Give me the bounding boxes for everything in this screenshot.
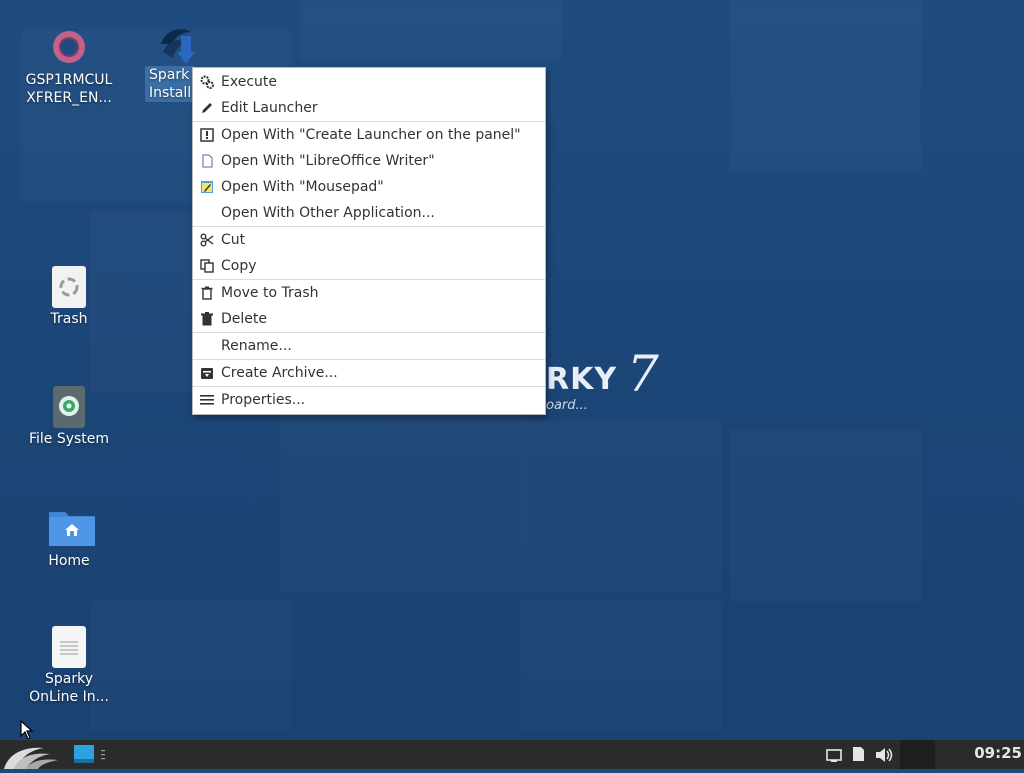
menu-item-label: Copy xyxy=(221,258,257,274)
desktop-icon-home[interactable]: Home xyxy=(21,508,117,570)
copy-icon xyxy=(200,259,214,273)
mousepad-icon xyxy=(200,180,214,194)
trash-outline-icon xyxy=(200,286,214,300)
clipboard-icon[interactable] xyxy=(851,746,865,766)
menu-item-label: Cut xyxy=(221,232,246,248)
desktop-icon-trash[interactable]: Trash xyxy=(21,266,117,328)
taskbar: 09:25 xyxy=(0,739,1024,769)
wallpaper-tile xyxy=(520,420,722,592)
drive-icon xyxy=(49,386,89,428)
menu-item-cut[interactable]: Cut xyxy=(193,227,545,253)
panel-handle-icon xyxy=(100,748,106,762)
menu-item-label: Execute xyxy=(221,74,277,90)
menu-item-move-to-trash[interactable]: Move to Trash xyxy=(193,280,545,306)
menu-item-properties[interactable]: Properties... xyxy=(193,387,545,413)
desktop-icon-label: Home xyxy=(48,553,90,569)
wallpaper-tile xyxy=(300,0,562,62)
menu-item-open-with-launcher-panel[interactable]: Open With "Create Launcher on the panel" xyxy=(193,122,545,148)
sparky-logo-icon xyxy=(4,747,58,769)
gears-icon xyxy=(200,75,214,89)
trash-filled-icon xyxy=(200,312,214,326)
display-icon[interactable] xyxy=(826,748,842,767)
mouse-pointer-icon xyxy=(20,719,34,739)
desktop-icon-label: File System xyxy=(28,431,110,447)
sparky-menu-button[interactable] xyxy=(0,740,68,769)
menu-item-edit-launcher[interactable]: Edit Launcher xyxy=(193,95,545,121)
scissors-icon xyxy=(200,233,214,247)
desktop-icon-file-system[interactable]: File System xyxy=(21,386,117,448)
clock[interactable]: 09:25 xyxy=(974,744,1022,762)
context-menu: Execute Edit Launcher Open With "Create … xyxy=(192,67,546,415)
menu-item-label: Open With Other Application... xyxy=(221,205,435,221)
wallpaper-logo-text: RKY xyxy=(546,362,618,397)
writer-document-icon xyxy=(200,154,214,168)
desktop-icon-gsp-file[interactable]: GSP1RMCUL XFRER_EN... xyxy=(21,27,117,107)
wallpaper-tile xyxy=(730,0,922,172)
trash-bin-icon xyxy=(49,266,89,308)
menu-item-execute[interactable]: Execute xyxy=(193,69,545,95)
show-desktop-button[interactable] xyxy=(73,744,95,764)
menu-item-open-with-other[interactable]: Open With Other Application... xyxy=(193,200,545,226)
menu-item-open-with-mousepad[interactable]: Open With "Mousepad" xyxy=(193,174,545,200)
desktop-icon xyxy=(74,745,94,763)
menu-item-label: Create Archive... xyxy=(221,365,338,381)
home-folder-icon xyxy=(49,508,95,548)
launcher-icon xyxy=(200,128,214,142)
desktop-icon-sparky-installer[interactable]: Spark Install xyxy=(145,22,195,102)
desktop-icon-label: Spark Install xyxy=(145,66,195,102)
desktop-icon-label: Trash xyxy=(50,311,88,327)
volume-icon[interactable] xyxy=(875,747,893,767)
menu-item-open-with-libreoffice-writer[interactable]: Open With "LibreOffice Writer" xyxy=(193,148,545,174)
menu-item-label: Move to Trash xyxy=(221,285,319,301)
menu-item-copy[interactable]: Copy xyxy=(193,253,545,279)
tray-spacer xyxy=(900,740,935,769)
menu-item-label: Open With "LibreOffice Writer" xyxy=(221,153,435,169)
menu-item-label: Open With "Create Launcher on the panel" xyxy=(221,127,521,143)
list-icon xyxy=(200,393,214,407)
wallpaper-tile xyxy=(280,400,522,592)
wallpaper-logo-number: 7 xyxy=(627,345,659,403)
menu-item-label: Edit Launcher xyxy=(221,100,318,116)
menu-item-rename[interactable]: Rename... xyxy=(193,333,545,359)
menu-item-label: Rename... xyxy=(221,338,292,354)
sparky-installer-icon xyxy=(155,22,195,64)
wallpaper-logo-tagline: oard... xyxy=(546,398,588,413)
wallpaper-tile xyxy=(730,430,922,602)
wallpaper-tile xyxy=(520,600,722,732)
menu-item-label: Properties... xyxy=(221,392,306,408)
wallpaper-tile xyxy=(90,600,292,732)
text-document-icon xyxy=(49,626,89,668)
ring-icon xyxy=(49,27,89,67)
menu-item-label: Delete xyxy=(221,311,267,327)
menu-item-create-archive[interactable]: Create Archive... xyxy=(193,360,545,386)
menu-item-label: Open With "Mousepad" xyxy=(221,179,384,195)
desktop-icon-sparky-online[interactable]: Sparky OnLine In... xyxy=(21,626,117,706)
desktop[interactable]: RKY 7 oard... GSP1RMCUL XFRER_EN... Spar… xyxy=(0,0,1024,739)
desktop-icon-label: Sparky OnLine In... xyxy=(29,671,109,705)
desktop-icon-label: GSP1RMCUL XFRER_EN... xyxy=(25,72,113,106)
archive-icon xyxy=(200,366,214,380)
pencil-icon xyxy=(200,101,214,115)
menu-item-delete[interactable]: Delete xyxy=(193,306,545,332)
